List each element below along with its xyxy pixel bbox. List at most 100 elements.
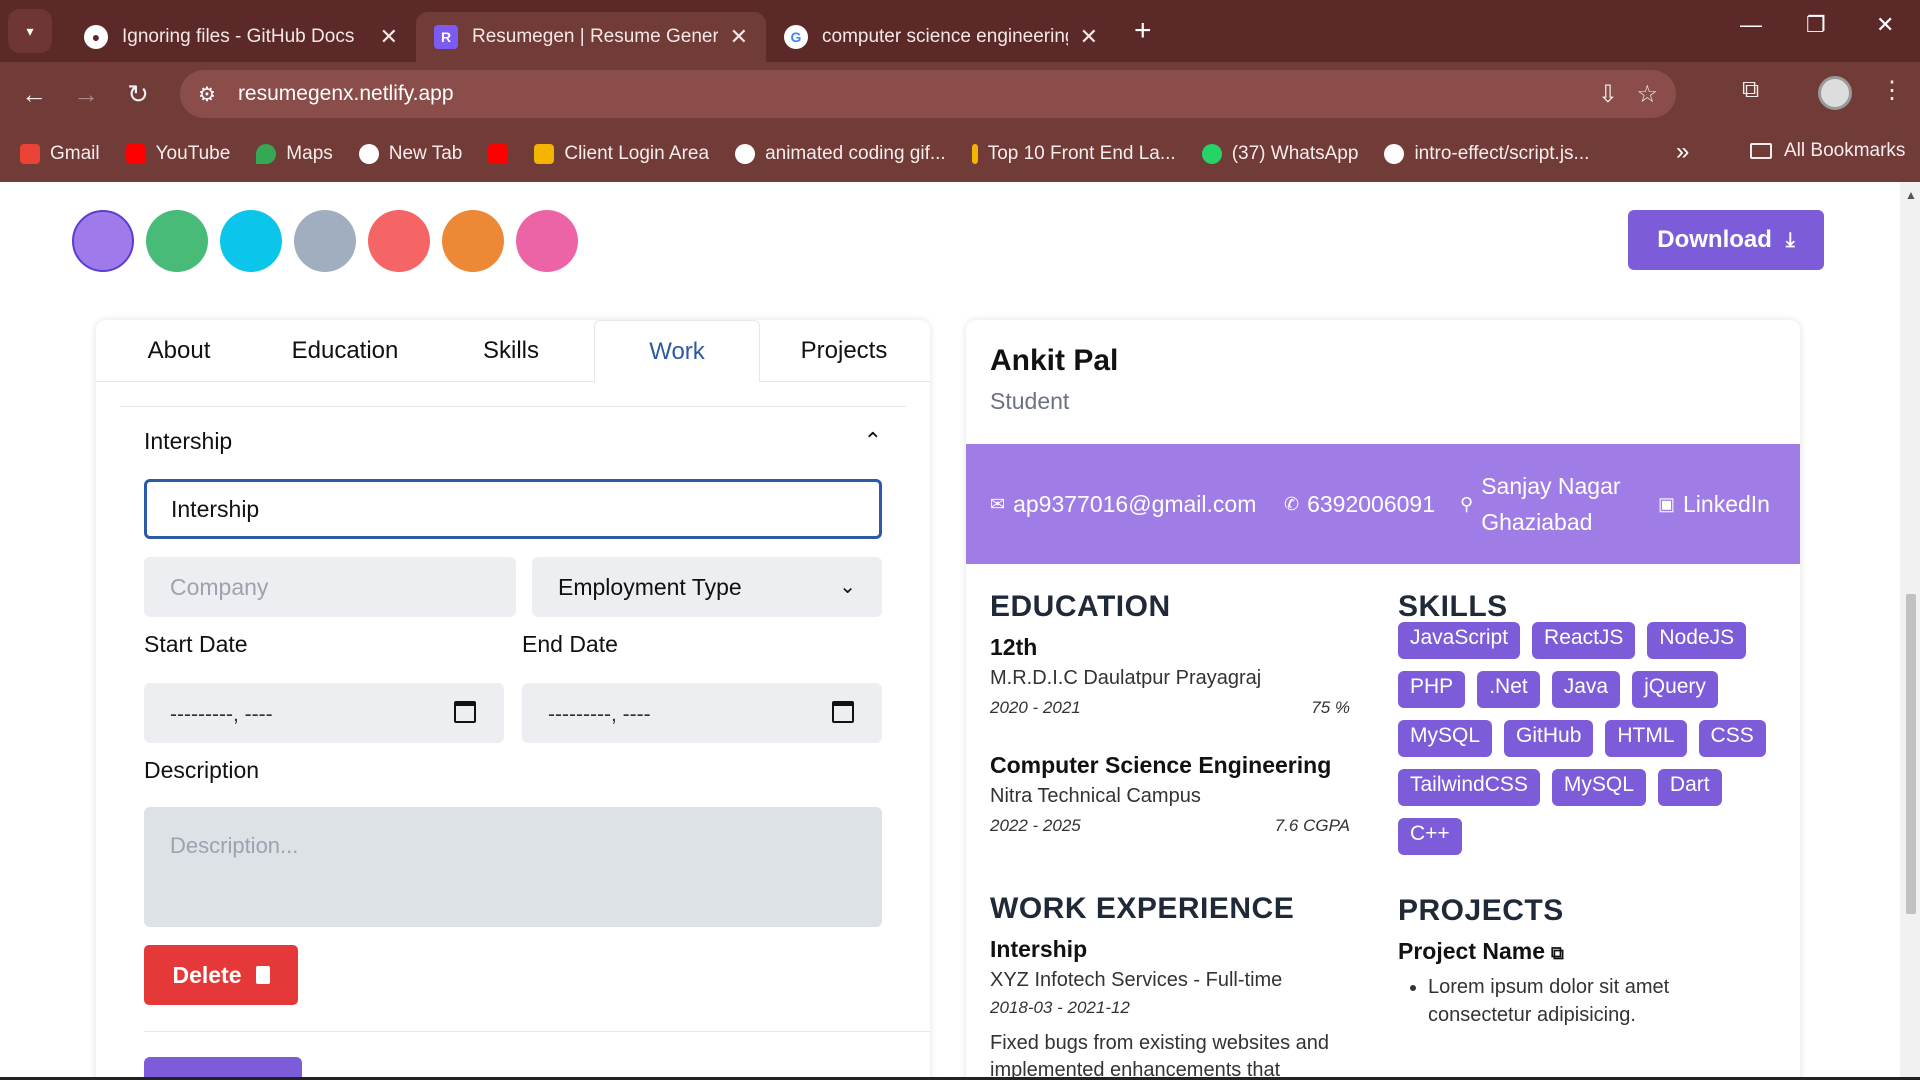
swatch-purple[interactable]: [72, 210, 134, 272]
profile-avatar[interactable]: [1818, 76, 1852, 110]
address-text: Sanjay Nagar Ghaziabad: [1481, 468, 1620, 540]
start-date-value: ---------, ----: [170, 703, 273, 726]
all-bookmarks-button[interactable]: All Bookmarks: [1750, 140, 1905, 162]
calendar-icon[interactable]: [832, 701, 854, 723]
swatch-cyan[interactable]: [220, 210, 282, 272]
restore-icon[interactable]: ❐: [1806, 12, 1826, 38]
resume-role: Student: [990, 388, 1070, 414]
address-line-1: Sanjay Nagar: [1481, 473, 1621, 499]
job-title-input[interactable]: Intership: [144, 479, 882, 539]
swatch-red[interactable]: [368, 210, 430, 272]
tab-projects[interactable]: Projects: [760, 320, 928, 382]
skill-chip: MySQL: [1551, 769, 1646, 806]
chevron-up-icon[interactable]: ⌃: [864, 428, 882, 454]
more-bookmarks-icon[interactable]: »: [1676, 138, 1689, 166]
scroll-up-icon[interactable]: ▲: [1905, 188, 1917, 202]
extensions-icon[interactable]: ⧉: [1742, 76, 1759, 104]
swatch-pink[interactable]: [516, 210, 578, 272]
tab-search-button[interactable]: ▾: [8, 9, 52, 53]
forward-icon[interactable]: →: [60, 79, 112, 110]
skills-heading: SKILLS: [1398, 590, 1508, 623]
skill-chip: jQuery: [1632, 671, 1718, 708]
tab-about[interactable]: About: [96, 320, 262, 382]
tab-work[interactable]: Work: [594, 320, 760, 382]
google-icon: G: [784, 25, 808, 49]
maps-icon: [256, 144, 277, 164]
linkedin-icon: ▣: [1658, 493, 1676, 514]
start-date-input[interactable]: ---------, ----: [144, 683, 504, 743]
bookmark-star-icon[interactable]: ☆: [1636, 80, 1658, 109]
globe-icon: [358, 144, 379, 164]
bookmark-youtube-2[interactable]: [488, 144, 509, 164]
tab-skills[interactable]: Skills: [428, 320, 594, 382]
page-scrollbar[interactable]: ▲: [1900, 182, 1920, 1080]
close-tab-icon[interactable]: ✕: [730, 24, 748, 50]
calendar-icon[interactable]: [454, 701, 476, 723]
contact-bar: ✉ ap9377016@gmail.com ✆ 6392006091 ⚲ Sanjay…: [966, 444, 1800, 564]
tab-title: computer science engineering -: [822, 26, 1068, 47]
grade: 75 %: [1311, 698, 1350, 717]
all-bookmarks-label: All Bookmarks: [1784, 140, 1906, 161]
email-text: ap9377016@gmail.com: [1013, 490, 1257, 517]
bookmark-whatsapp[interactable]: (37) WhatsApp: [1201, 143, 1358, 165]
minimize-icon[interactable]: —: [1740, 12, 1762, 38]
bookmark-intro-effect[interactable]: intro-effect/script.js...: [1384, 143, 1589, 165]
school: M.R.D.I.C Daulatpur Prayagraj: [990, 667, 1262, 689]
folder-icon: [1750, 143, 1772, 159]
employment-type-select[interactable]: Employment Type ⌄: [532, 557, 882, 617]
bookmark-new-tab[interactable]: New Tab: [358, 143, 462, 165]
skill-chip: HTML: [1605, 720, 1687, 757]
scroll-thumb[interactable]: [1906, 594, 1916, 914]
swatch-gray[interactable]: [294, 210, 356, 272]
swatch-green[interactable]: [146, 210, 208, 272]
reload-icon[interactable]: ↻: [112, 79, 164, 110]
work-entry-header[interactable]: Intership ⌃: [120, 407, 906, 475]
contact-address: ⚲ Sanjay Nagar Ghaziabad: [1460, 444, 1621, 564]
bookmark-label: YouTube: [155, 143, 231, 164]
whatsapp-icon: [1201, 144, 1222, 164]
end-date-value: ---------, ----: [548, 703, 651, 726]
address-bar[interactable]: ⚙ resumegenx.netlify.app ⇩ ☆: [180, 70, 1676, 118]
work-dates: 2018-03 - 2021-12: [990, 998, 1130, 1017]
close-tab-icon[interactable]: ✕: [380, 24, 398, 50]
bookmark-animated-coding[interactable]: animated coding gif...: [735, 143, 946, 165]
tab-google-search[interactable]: G computer science engineering - ✕: [766, 12, 1116, 62]
education-item: Computer Science Engineering Nitra Techn…: [990, 752, 1350, 836]
degree: 12th: [990, 634, 1038, 660]
bookmark-youtube[interactable]: YouTube: [125, 143, 231, 165]
editor-tabs: About Education Skills Work Projects: [96, 320, 930, 382]
external-link-icon[interactable]: ⧉: [1551, 943, 1564, 963]
back-icon[interactable]: ←: [8, 79, 60, 110]
tab-resumegen[interactable]: R Resumegen | Resume Generator ✕: [416, 12, 766, 62]
github-icon: [1384, 144, 1405, 164]
bookmark-maps[interactable]: Maps: [256, 143, 333, 165]
degree: Computer Science Engineering: [990, 752, 1332, 778]
contact-linkedin[interactable]: ▣ LinkedIn: [1658, 444, 1770, 564]
company-input[interactable]: Company: [144, 557, 516, 617]
tab-github-docs[interactable]: ● Ignoring files - GitHub Docs ✕: [66, 12, 416, 62]
bookmark-label: Gmail: [50, 143, 100, 164]
project-name-row[interactable]: Project Name ⧉: [1398, 938, 1778, 965]
bookmark-client-login[interactable]: Client Login Area: [534, 143, 709, 165]
swatch-orange[interactable]: [442, 210, 504, 272]
site-info-icon[interactable]: ⚙: [198, 82, 216, 107]
bookmark-top-10[interactable]: Top 10 Front End La...: [971, 143, 1176, 165]
skill-chip: MySQL: [1398, 720, 1493, 757]
github-icon: ●: [84, 25, 108, 49]
skill-chip: ReactJS: [1532, 622, 1636, 659]
close-window-icon[interactable]: ✕: [1876, 12, 1894, 38]
close-tab-icon[interactable]: ✕: [1080, 24, 1098, 50]
delete-button[interactable]: Delete: [144, 945, 298, 1005]
end-date-input[interactable]: ---------, ----: [522, 683, 882, 743]
description-textarea[interactable]: Description...: [144, 807, 882, 927]
new-tab-button[interactable]: +: [1134, 14, 1152, 48]
menu-icon[interactable]: ⋮: [1880, 76, 1904, 105]
bookmark-gmail[interactable]: Gmail: [20, 143, 100, 165]
install-icon[interactable]: ⇩: [1598, 80, 1618, 109]
tab-title: Ignoring files - GitHub Docs: [122, 26, 355, 47]
tab-education[interactable]: Education: [262, 320, 428, 382]
skill-chip: CSS: [1698, 720, 1766, 757]
work-company: XYZ Infotech Services - Full-time: [990, 969, 1283, 991]
download-button[interactable]: Download ⤓: [1628, 210, 1824, 270]
phone-text: 6392006091: [1307, 490, 1436, 517]
